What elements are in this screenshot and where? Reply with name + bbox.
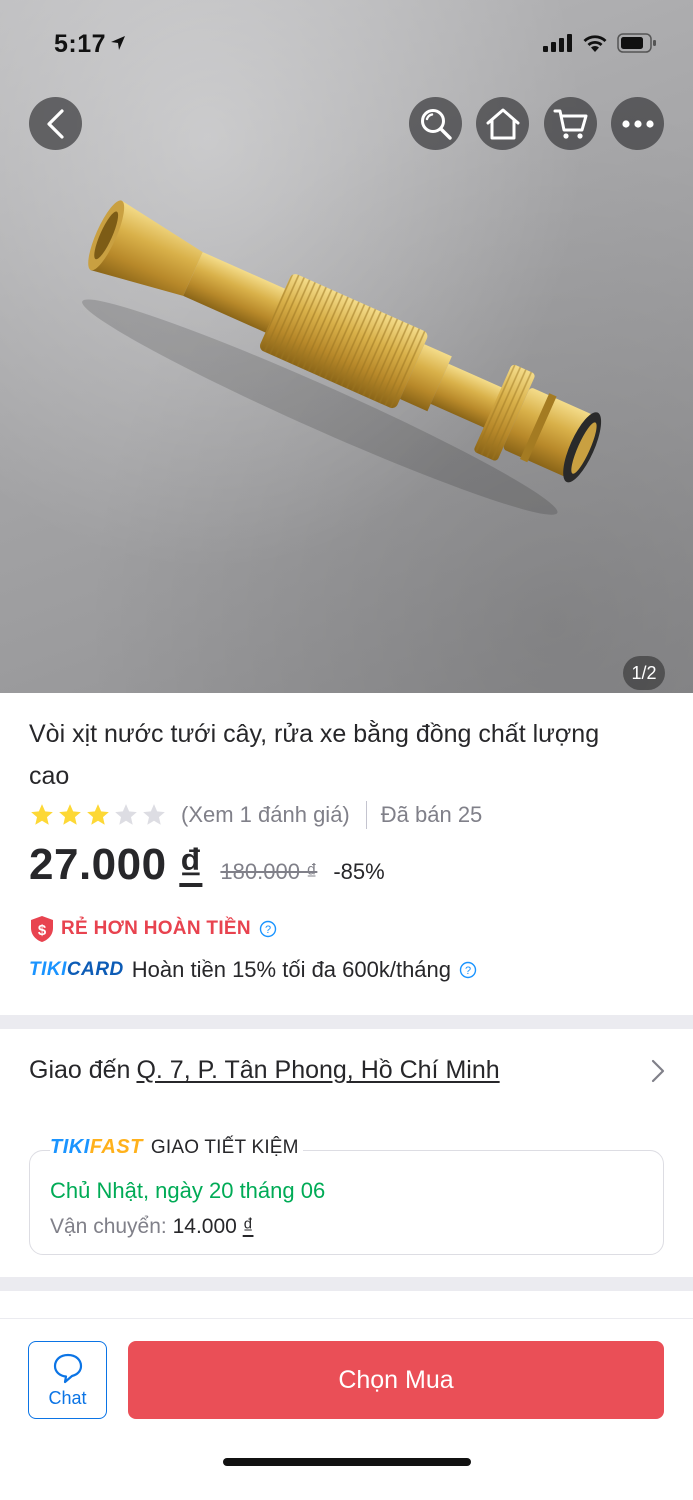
sold-count: Đã bán 25 xyxy=(380,802,483,827)
image-counter: 1/2 xyxy=(623,656,665,690)
price-currency: ₫ xyxy=(179,840,203,889)
svg-text:?: ? xyxy=(465,965,471,977)
cart-button[interactable] xyxy=(544,97,597,150)
battery-icon xyxy=(617,33,656,53)
tikicard-text: Hoàn tiền 15% tối đa 600k/tháng xyxy=(131,957,452,982)
tikifast-logo-part-b: FAST xyxy=(89,1136,143,1158)
deliver-to-label: Giao đến xyxy=(29,1056,131,1084)
chevron-left-icon xyxy=(46,108,64,139)
tikicard-row[interactable]: TIKICARD Hoàn tiền 15% tối đa 600k/tháng… xyxy=(29,957,477,983)
tikicard-logo: TIKICARD xyxy=(29,959,124,981)
star-filled-icon xyxy=(31,804,53,825)
star-filled-icon xyxy=(87,804,109,825)
star-filled-icon xyxy=(59,804,81,825)
tikifast-logo: TIKIFAST xyxy=(50,1136,143,1159)
help-circle-icon[interactable]: ? xyxy=(259,920,277,938)
shipping-fee: Vận chuyển: 14.000 ₫ xyxy=(50,1215,253,1239)
shipping-fee-label: Vận chuyển: xyxy=(50,1215,167,1238)
cheaper-refund-row[interactable]: $ RẺ HƠN HOÀN TIỀN ? xyxy=(29,915,277,943)
shipping-fee-currency: ₫ xyxy=(242,1215,254,1238)
rating-stars[interactable] xyxy=(29,802,167,828)
shipping-badge: TIKIFAST GIAO TIẾT KIỆM xyxy=(50,1136,303,1159)
star-empty-icon xyxy=(143,804,165,825)
cart-icon xyxy=(553,109,587,139)
discount-badge: -85% xyxy=(333,859,385,884)
tikifast-logo-part-a: TIKI xyxy=(50,1136,90,1158)
search-button[interactable] xyxy=(409,97,462,150)
home-icon xyxy=(486,108,519,139)
shipping-fee-amount: 14.000 ₫ xyxy=(173,1215,254,1238)
price-row: 27.000 ₫ 180.000 ₫ -85% xyxy=(29,840,385,890)
shipping-type: GIAO TIẾT KIỆM xyxy=(150,1137,299,1158)
current-price: 27.000 ₫ xyxy=(29,840,202,890)
rating-row: (Xem 1 đánh giá) Đã bán 25 xyxy=(29,800,482,830)
more-dots-icon xyxy=(621,119,654,128)
refund-label: RẺ HƠN HOÀN TIỀN xyxy=(61,918,251,939)
deliver-to-row[interactable]: Giao đến Q. 7, P. Tân Phong, Hồ Chí Minh xyxy=(29,1056,500,1085)
search-icon xyxy=(420,108,452,140)
price-value: 27.000 xyxy=(29,840,167,889)
delivery-address[interactable]: Q. 7, P. Tân Phong, Hồ Chí Minh xyxy=(136,1056,499,1084)
more-button[interactable] xyxy=(611,97,664,150)
delivery-section: Giao đến Q. 7, P. Tân Phong, Hồ Chí Minh … xyxy=(0,1029,693,1277)
tikicard-logo-part-a: TIKI xyxy=(29,959,67,980)
shield-dollar-icon: $ xyxy=(31,916,53,942)
help-circle-icon[interactable]: ? xyxy=(459,961,477,979)
cellular-signal-icon xyxy=(543,34,572,52)
location-arrow-icon xyxy=(111,36,126,50)
section-separator xyxy=(0,1277,693,1291)
tikicard-logo-part-b: CARD xyxy=(66,959,124,980)
star-empty-icon xyxy=(115,804,137,825)
chevron-right-icon[interactable] xyxy=(651,1059,665,1083)
status-bar: 5:17 xyxy=(0,0,693,90)
divider xyxy=(365,801,367,829)
delivery-date: Chủ Nhật, ngày 20 tháng 06 xyxy=(50,1178,326,1203)
shipping-fee-value: 14.000 xyxy=(172,1215,237,1238)
home-indicator[interactable] xyxy=(223,1458,471,1466)
svg-text:?: ? xyxy=(265,924,271,936)
original-price: 180.000 ₫ xyxy=(220,859,318,884)
clock-text: 5:17 xyxy=(54,30,107,58)
svg-text:$: $ xyxy=(38,922,47,939)
wifi-icon xyxy=(583,35,607,52)
product-info-section: Vòi xịt nước tưới cây, rửa xe bằng đồng … xyxy=(0,693,693,1015)
status-time: 5:17 xyxy=(54,30,126,59)
home-button[interactable] xyxy=(476,97,529,150)
product-title: Vòi xịt nước tưới cây, rửa xe bằng đồng … xyxy=(29,720,600,790)
chat-button[interactable]: Chat xyxy=(28,1341,107,1419)
review-link[interactable]: (Xem 1 đánh giá) xyxy=(181,802,350,828)
section-separator xyxy=(0,1015,693,1029)
chat-label: Chat xyxy=(48,1387,87,1408)
back-button[interactable] xyxy=(29,97,82,150)
buy-button[interactable]: Chọn Mua xyxy=(128,1341,664,1419)
status-icons xyxy=(543,33,657,53)
chat-bubble-icon xyxy=(53,1353,82,1383)
bottom-action-bar: Chat Chọn Mua xyxy=(0,1318,693,1500)
